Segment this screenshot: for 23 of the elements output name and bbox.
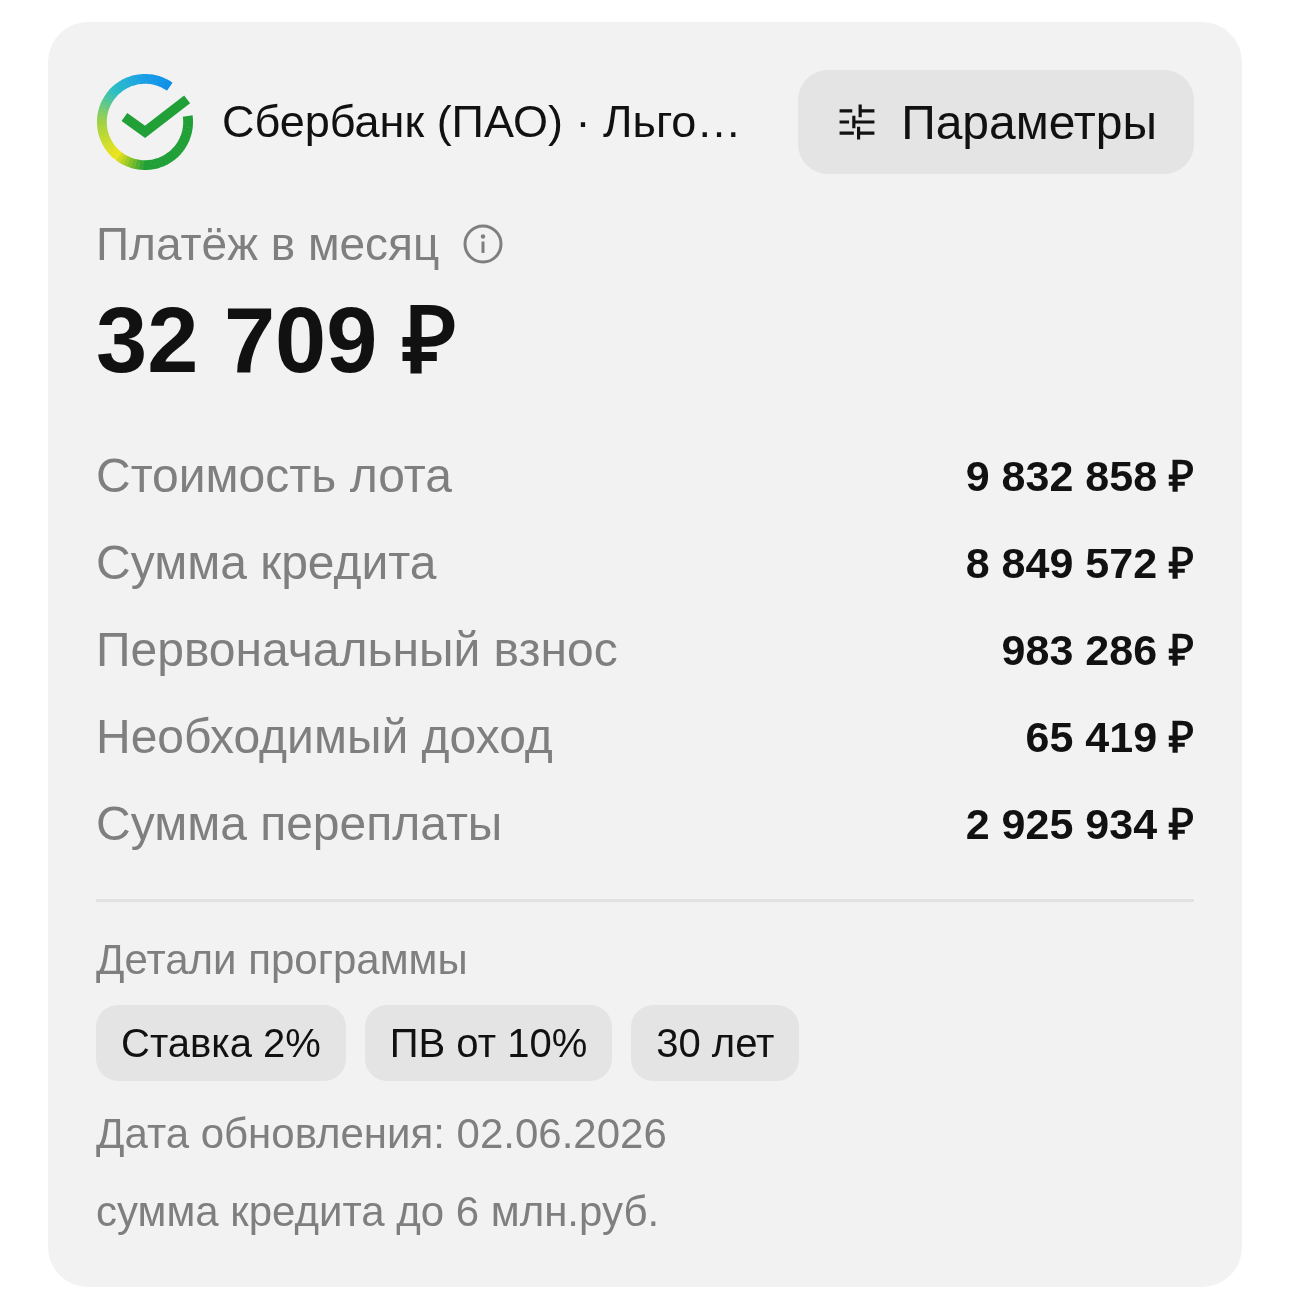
- logo-icon: [96, 73, 194, 171]
- bank-title: Сбербанк (ПАО) · Льго…: [222, 95, 743, 149]
- program-tag: ПВ от 10%: [364, 1005, 613, 1081]
- detail-label: Первоначальный взнос: [96, 621, 618, 678]
- detail-value: 9 832 858 ₽: [965, 450, 1194, 502]
- detail-label: Стоимость лота: [96, 447, 452, 504]
- program-tag: Ставка 2%: [96, 1005, 346, 1081]
- detail-value: 65 419 ₽: [1025, 711, 1194, 763]
- note-text: сумма кредита до 6 млн.руб.: [96, 1187, 660, 1237]
- detail-value: 983 286 ₽: [1001, 624, 1194, 676]
- payment-amount: 32 709 ₽: [96, 290, 457, 390]
- parameters-button[interactable]: Параметры: [798, 70, 1194, 174]
- program-title: Детали программы: [96, 935, 468, 985]
- detail-value: 2 925 934 ₽: [965, 798, 1194, 850]
- sliders-icon: [838, 103, 877, 141]
- detail-label: Сумма кредита: [96, 534, 437, 591]
- info-icon[interactable]: [463, 224, 504, 264]
- detail-label: Сумма переплаты: [96, 795, 503, 852]
- update-date: Дата обновления: 02.06.2026: [96, 1109, 667, 1159]
- detail-label: Необходимый доход: [96, 708, 553, 765]
- program-tag: 30 лет: [631, 1005, 800, 1081]
- detail-value: 8 849 572 ₽: [965, 537, 1194, 589]
- payment-label: Платёж в месяц: [96, 217, 440, 272]
